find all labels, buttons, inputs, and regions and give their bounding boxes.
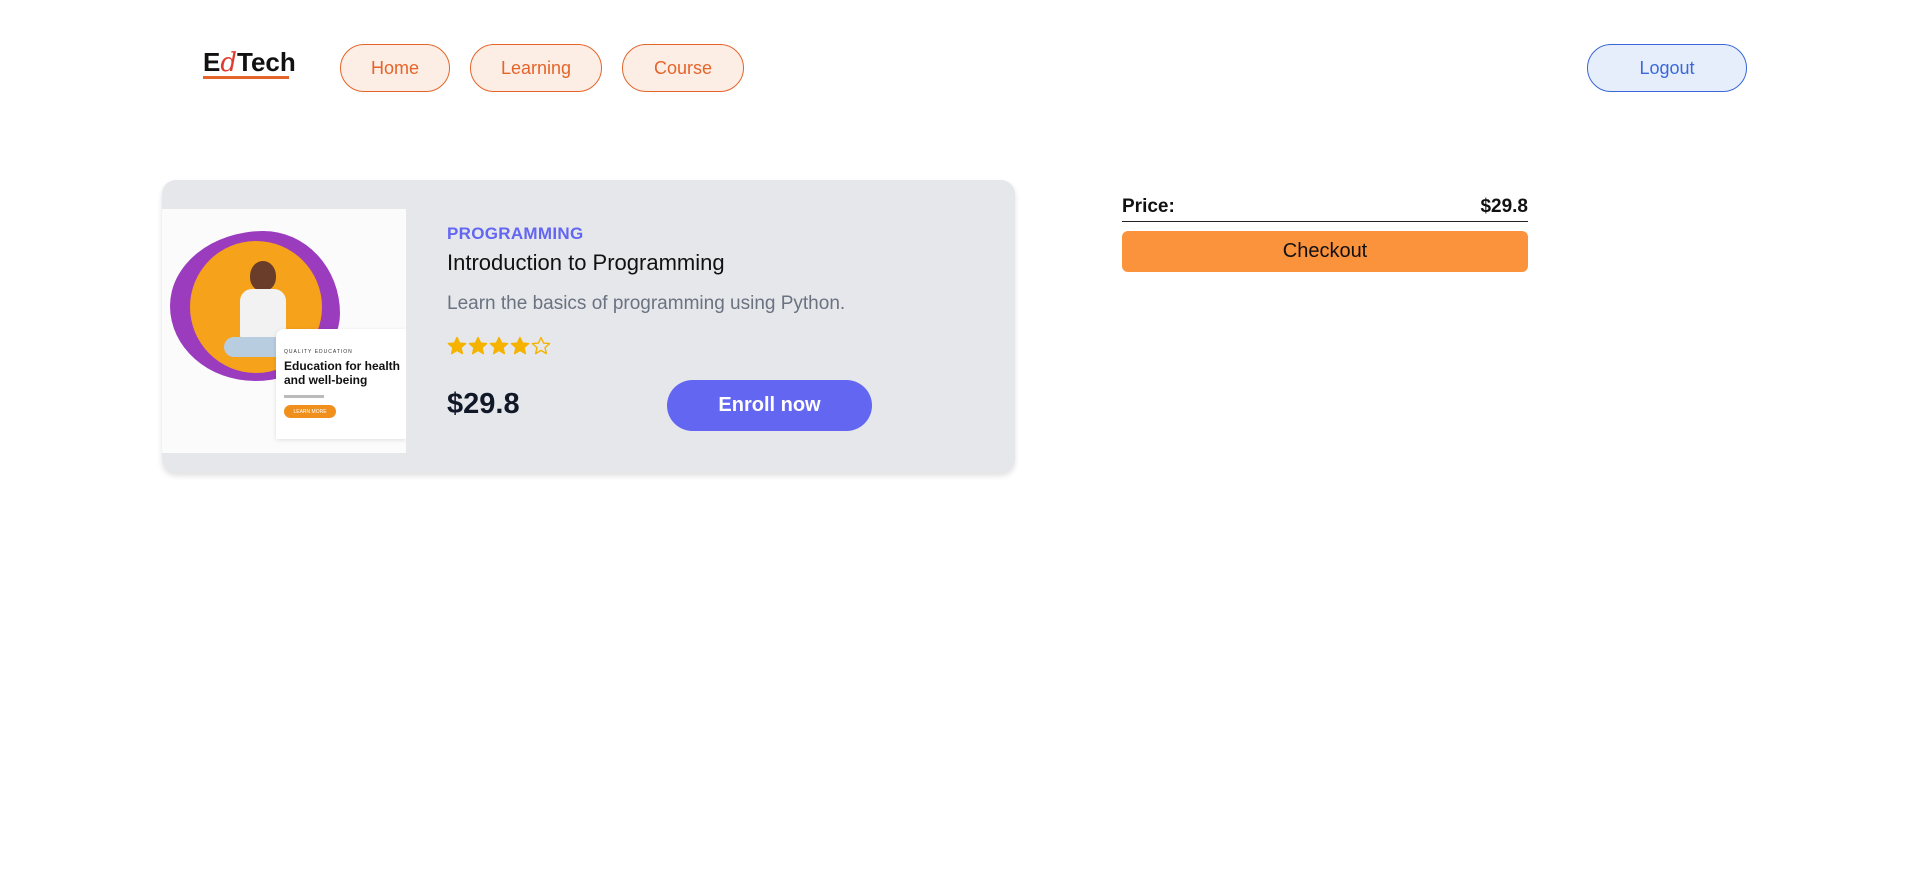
- course-category: PROGRAMMING: [447, 224, 584, 243]
- star-filled-icon: [510, 336, 530, 355]
- nav-course-button[interactable]: Course: [622, 44, 744, 92]
- checkout-button[interactable]: Checkout: [1122, 231, 1528, 272]
- nav-home-button[interactable]: Home: [340, 44, 450, 92]
- logo-suffix: Tech: [237, 47, 296, 77]
- nav-learning-button[interactable]: Learning: [470, 44, 602, 92]
- price-summary-row: Price: $29.8: [1122, 193, 1528, 222]
- thumbnail-text-panel: QUALITY EDUCATION Education for health a…: [276, 329, 406, 439]
- course-description: Learn the basics of programming using Py…: [447, 293, 846, 314]
- enroll-now-button[interactable]: Enroll now: [667, 380, 872, 431]
- course-thumbnail: QUALITY EDUCATION Education for health a…: [162, 209, 406, 453]
- thumbnail-person-head: [250, 261, 276, 291]
- thumbnail-headline: Education for health and well-being: [284, 359, 401, 387]
- course-price: $29.8: [447, 388, 520, 420]
- star-empty-icon: [531, 336, 551, 355]
- thumbnail-subline: [284, 395, 324, 398]
- logo-accent-letter: d: [220, 48, 237, 78]
- thumbnail-cta: LEARN MORE: [284, 405, 336, 418]
- logout-button[interactable]: Logout: [1587, 44, 1747, 92]
- logo-underline: [203, 76, 289, 79]
- logo-prefix: E: [203, 47, 221, 77]
- price-value: $29.8: [1480, 196, 1528, 217]
- star-filled-icon: [447, 336, 467, 355]
- price-label: Price:: [1122, 196, 1175, 217]
- logo[interactable]: EdTech: [203, 47, 296, 78]
- course-card: QUALITY EDUCATION Education for health a…: [162, 180, 1015, 473]
- star-filled-icon: [468, 336, 488, 355]
- course-rating: [447, 336, 551, 356]
- star-filled-icon: [489, 336, 509, 355]
- thumbnail-tag: QUALITY EDUCATION: [284, 349, 353, 355]
- course-title: Introduction to Programming: [447, 250, 725, 275]
